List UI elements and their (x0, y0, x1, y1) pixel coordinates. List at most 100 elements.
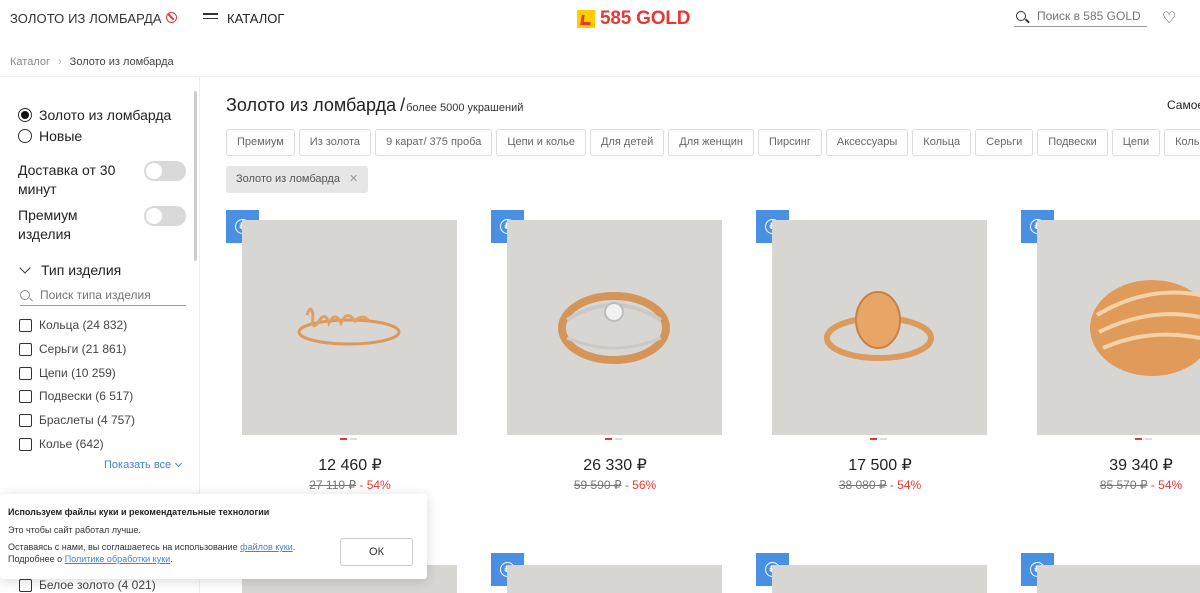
product-card[interactable]: ₽ 26 330 ₽ 59 590 ₽ - 56% (491, 210, 739, 500)
product-image[interactable] (507, 220, 722, 435)
cookie-ok-button[interactable]: ОК (340, 538, 413, 566)
type-search-input[interactable] (40, 288, 180, 302)
chip[interactable]: Из золота (298, 129, 372, 156)
type-checkbox-item[interactable]: Белое золото (4 021) (19, 578, 156, 592)
product-card[interactable]: ₽ (756, 553, 1004, 593)
cookie-policy-link[interactable]: Политике обработки куки (65, 554, 170, 564)
active-filter-chip[interactable]: Золото из ломбарда ✕ (226, 166, 369, 193)
type-checkbox-item[interactable]: Серьги (21 861) (19, 342, 126, 356)
heart-icon[interactable]: ♡ (1162, 11, 1176, 27)
discount: 54% (1158, 478, 1183, 492)
toggle-label: Доставка от 30 минут (18, 162, 116, 197)
chip[interactable]: Кольца (912, 129, 972, 156)
menu-icon[interactable] (203, 13, 218, 23)
premium-toggle[interactable] (144, 206, 186, 226)
chip[interactable]: Цепи и колье (496, 129, 587, 156)
chevron-down-icon (175, 459, 183, 468)
search-icon (20, 290, 30, 300)
delivery-toggle[interactable] (144, 161, 186, 181)
radio-button[interactable] (18, 108, 32, 122)
checkbox[interactable] (19, 578, 32, 592)
section-title: Тип изделия (41, 262, 122, 278)
product-card[interactable]: ₽ (491, 553, 739, 593)
separator: - (1147, 478, 1159, 492)
product-count: более 5000 украшений (406, 102, 524, 114)
chip[interactable]: Премиум (226, 129, 295, 156)
checkbox[interactable] (19, 437, 32, 451)
image-carousel-dots[interactable] (605, 438, 625, 440)
chip[interactable]: Пирсинг (757, 129, 822, 156)
product-image[interactable] (1037, 220, 1200, 435)
product-price: 26 330 ₽ (583, 457, 647, 474)
checkbox-label: Колье (642) (39, 437, 104, 451)
separator: - (356, 478, 367, 492)
close-icon[interactable]: ✕ (349, 166, 358, 193)
show-all-link[interactable]: Показать все (104, 459, 183, 471)
search-input[interactable] (1037, 9, 1147, 23)
breadcrumb-root[interactable]: Каталог (10, 56, 50, 68)
radio-pawn-gold[interactable]: Золото из ломбарда (18, 107, 171, 123)
type-checkbox-item[interactable]: Колье (642) (19, 437, 104, 451)
title-separator: / (400, 95, 406, 115)
product-image[interactable] (507, 565, 722, 593)
chip[interactable]: Подвески (1037, 129, 1108, 156)
product-image[interactable] (1037, 565, 1200, 593)
old-price: 85 570 ₽ (1099, 478, 1148, 492)
checkbox[interactable] (19, 389, 32, 403)
image-carousel-dots[interactable] (340, 438, 360, 440)
logo-mark-icon (577, 10, 595, 28)
product-image[interactable] (772, 220, 987, 435)
type-section-header[interactable]: Тип изделия (18, 262, 121, 278)
old-price-row: 27 110 ₽ - 54% (226, 478, 474, 492)
show-all-label: Показать все (104, 459, 172, 471)
cookie-text-part: . (292, 542, 296, 552)
checkbox-label: Браслеты (4 757) (39, 413, 135, 427)
chip[interactable]: Для детей (590, 129, 665, 156)
discount: 54% (897, 478, 922, 492)
cookie-text: Это чтобы сайт работал лучше. (8, 525, 141, 535)
page-title: Золото из ломбарда / более 5000 украшени… (226, 95, 523, 116)
chip[interactable]: Аксессуары (825, 129, 909, 156)
type-checkbox-item[interactable]: Цепи (10 259) (19, 366, 116, 380)
chip[interactable]: Кольцо (1164, 129, 1200, 156)
checkbox[interactable] (19, 342, 32, 356)
separator: - (886, 478, 898, 492)
chip[interactable]: Цепи (1111, 129, 1161, 156)
chip[interactable]: Серьги (975, 129, 1034, 156)
product-image[interactable] (772, 565, 987, 593)
product-price: 12 460 ₽ (318, 457, 382, 474)
product-price: 17 500 ₽ (848, 457, 912, 474)
type-checkbox-item[interactable]: Подвески (6 517) (19, 389, 133, 403)
product-card[interactable]: ₽ 17 500 ₽ 38 080 ₽ - 54% (756, 210, 1004, 500)
product-card[interactable]: ₽ 39 340 ₽ 85 570 ₽ - 54% (1021, 210, 1200, 500)
radio-new[interactable]: Новые (18, 128, 82, 144)
type-checkbox-item[interactable]: Кольца (24 832) (19, 318, 127, 332)
logo[interactable]: 585 GOLD (577, 8, 690, 30)
type-checkbox-item[interactable]: Браслеты (4 757) (19, 413, 135, 427)
checkbox[interactable] (19, 318, 32, 332)
separator: - (621, 478, 633, 492)
image-carousel-dots[interactable] (1135, 438, 1155, 440)
chip[interactable]: Для женщин (668, 129, 754, 156)
catalog-link[interactable]: КАТАЛОГ (227, 11, 284, 26)
old-price: 38 080 ₽ (838, 478, 887, 492)
category-chips: Премиум Из золота 9 карат/ 375 проба Цепи и… (226, 129, 1200, 157)
cookie-text-part: . (170, 554, 173, 564)
page-title-text: Золото из ломбарда (226, 95, 397, 115)
radio-button[interactable] (18, 129, 32, 143)
product-card[interactable]: ₽ (1021, 553, 1200, 593)
pawn-gold-link[interactable]: ЗОЛОТО ИЗ ЛОМБАРДА (10, 11, 162, 26)
old-price: 59 590 ₽ (573, 478, 622, 492)
search-icon[interactable] (1016, 11, 1026, 21)
sidebar-scrollbar[interactable] (194, 91, 197, 261)
chip[interactable]: 9 карат/ 375 проба (375, 129, 493, 156)
sort-dropdown[interactable]: Самое (1167, 98, 1200, 112)
image-carousel-dots[interactable] (870, 438, 890, 440)
toggle-delivery: Доставка от 30 минут (18, 161, 186, 199)
product-image[interactable] (242, 220, 457, 435)
checkbox[interactable] (19, 366, 32, 380)
logo-text: 585 GOLD (600, 8, 691, 29)
checkbox[interactable] (19, 413, 32, 427)
product-card[interactable]: ₽ 12 460 ₽ 27 110 ₽ - 54% (226, 210, 474, 500)
cookie-files-link[interactable]: файлов куки (240, 542, 293, 552)
